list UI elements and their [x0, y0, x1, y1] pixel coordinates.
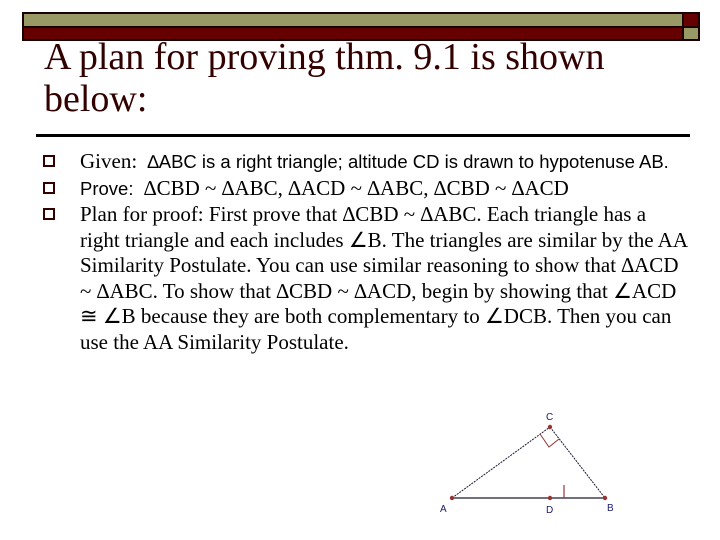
label-b: B [607, 503, 614, 514]
right-angle-mark [539, 433, 560, 448]
square-bullet-icon [43, 155, 55, 167]
given-label: Given: [80, 149, 138, 173]
label-c: C [546, 412, 553, 423]
point-a [449, 495, 455, 501]
header-square-olive [682, 26, 700, 41]
square-bullet-icon [43, 182, 55, 194]
given-text: ∆ABC is a right triangle; altitude CD is… [147, 151, 669, 172]
square-bullet-icon [43, 208, 55, 220]
label-a: A [440, 504, 447, 515]
title-divider [36, 134, 690, 137]
bullet-prove: Prove: ∆CBD ~ ∆ABC, ∆ACD ~ ∆ABC, ∆CBD ~ … [40, 175, 690, 202]
triangle-diagram: C A D B [440, 412, 614, 516]
bullet-list: Given: ∆ABC is a right triangle; altitud… [40, 148, 690, 355]
prove-text: ∆CBD ~ ∆ABC, ∆ACD ~ ∆ABC, ∆CBD ~ ∆ACD [143, 176, 569, 200]
side-cb [549, 426, 606, 499]
point-b [602, 495, 608, 501]
slide-title: A plan for proving thm. 9.1 is shown bel… [44, 36, 605, 120]
point-d [547, 495, 553, 501]
plan-text: Plan for proof: First prove that ∆CBD ~ … [80, 202, 687, 354]
bullet-plan: Plan for proof: First prove that ∆CBD ~ … [40, 202, 690, 355]
prove-label: Prove: [80, 178, 134, 199]
point-c [547, 424, 553, 430]
label-d: D [546, 505, 553, 516]
bullet-given: Given: ∆ABC is a right triangle; altitud… [40, 148, 690, 175]
side-ac [451, 426, 551, 499]
